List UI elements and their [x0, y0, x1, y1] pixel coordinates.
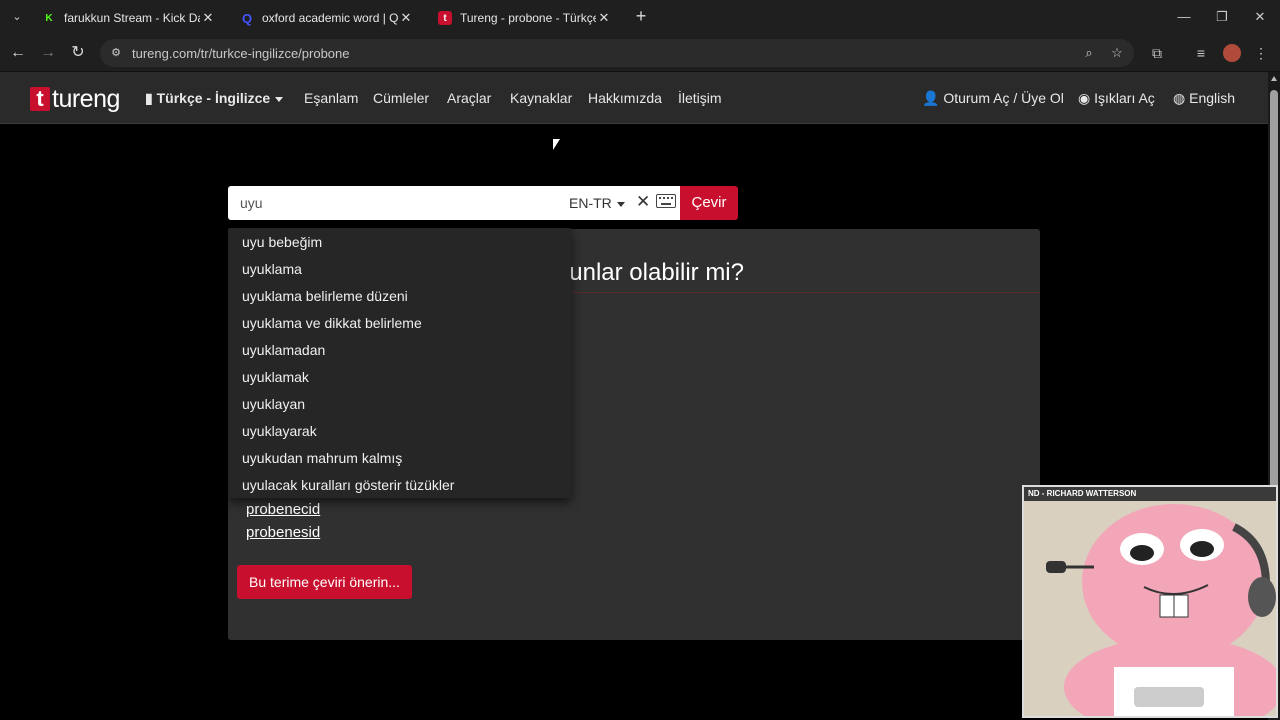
- dictionary-select[interactable]: ▮ Türkçe - İngilizce: [145, 90, 284, 107]
- suggestion-item[interactable]: uyuklamak: [242, 369, 309, 385]
- close-tab-icon[interactable]: ✕: [596, 10, 612, 26]
- cartoon-character-image: [1024, 487, 1276, 716]
- suggested-word-link[interactable]: probenesid: [246, 524, 320, 541]
- keyboard-icon[interactable]: [656, 194, 676, 208]
- close-window-icon[interactable]: ✕: [1250, 8, 1270, 26]
- nav-link-iletisim[interactable]: İletişim: [678, 90, 722, 106]
- chevron-down-icon: [616, 201, 625, 207]
- browser-menu-icon[interactable]: ⋮: [1250, 42, 1272, 64]
- suggest-translation-button[interactable]: Bu terime çeviri önerin...: [237, 565, 412, 599]
- suggestion-item[interactable]: uyuklamadan: [242, 342, 325, 358]
- browser-tab-kick[interactable]: K farukkun Stream - Kick Dashbo ✕: [34, 4, 224, 32]
- site-navbar: t tureng ▮ Türkçe - İngilizce Eşanlam Cü…: [0, 72, 1268, 124]
- suggestion-item[interactable]: uyuklama belirleme düzeni: [242, 288, 408, 304]
- mouse-cursor-icon: [553, 139, 560, 150]
- lights-toggle[interactable]: ◉ Işıkları Aç: [1078, 90, 1155, 107]
- scrollbar-thumb[interactable]: [1270, 90, 1278, 532]
- logo-text: tureng: [52, 84, 120, 113]
- user-icon: 👤: [922, 90, 940, 106]
- webcam-overlay: ND - RICHARD WATTERSON: [1022, 485, 1278, 718]
- logo-letter: t: [30, 87, 50, 111]
- chevron-down-icon: [275, 96, 284, 102]
- suggestion-item[interactable]: uyukudan mahrum kalmış: [242, 450, 402, 466]
- zoom-icon[interactable]: ⌕: [1078, 42, 1100, 64]
- url-text[interactable]: tureng.com/tr/turkce-ingilizce/probone: [132, 46, 1078, 61]
- lights-label: Işıkları Aç: [1094, 90, 1155, 106]
- tureng-icon: t: [438, 11, 452, 25]
- address-bar[interactable]: ⚙ tureng.com/tr/turkce-ingilizce/probone…: [100, 39, 1134, 67]
- suggestion-item[interactable]: uyuklayarak: [242, 423, 317, 439]
- language-switch[interactable]: ◍ English: [1173, 90, 1235, 107]
- profile-avatar[interactable]: [1223, 44, 1241, 62]
- nav-link-cumleler[interactable]: Cümleler: [373, 90, 429, 106]
- nav-link-hakkimizda[interactable]: Hakkımızda: [588, 90, 662, 106]
- language-direction-label: EN-TR: [569, 195, 612, 211]
- suggestion-item[interactable]: uyu bebeğim: [242, 234, 322, 250]
- dictionary-label: Türkçe - İngilizce: [156, 90, 271, 106]
- translate-button[interactable]: Çevir: [680, 186, 738, 220]
- globe-icon: ◍: [1173, 90, 1186, 106]
- browser-tab-bar: ⌄ K farukkun Stream - Kick Dashbo ✕ Q ox…: [0, 0, 1280, 34]
- nav-link-esanlam[interactable]: Eşanlam: [304, 90, 358, 106]
- login-label: Oturum Aç / Üye Ol: [943, 90, 1064, 106]
- search-input[interactable]: uyu: [240, 195, 263, 211]
- tab-title: Tureng - probone - Türkçe İngi: [460, 11, 596, 25]
- suggestion-item[interactable]: uyuklama ve dikkat belirleme: [242, 315, 422, 331]
- suggestion-item[interactable]: uyulacak kuralları gösterir tüzükler: [242, 477, 454, 493]
- close-tab-icon[interactable]: ✕: [200, 10, 216, 26]
- language-label: English: [1189, 90, 1236, 106]
- scroll-up-arrow-icon[interactable]: [1271, 76, 1277, 81]
- restore-icon[interactable]: ❐: [1212, 8, 1232, 26]
- suggestion-item[interactable]: uyuklayan: [242, 396, 305, 412]
- tab-title: farukkun Stream - Kick Dashbo: [64, 11, 200, 25]
- bookmark-star-icon[interactable]: ☆: [1106, 42, 1128, 64]
- eye-icon: ◉: [1078, 90, 1091, 106]
- tab-search-chevron-icon[interactable]: ⌄: [8, 8, 26, 26]
- close-tab-icon[interactable]: ✕: [398, 10, 414, 26]
- search-box: uyu EN-TR ✕: [228, 186, 680, 220]
- extensions-icon[interactable]: ⧉: [1146, 42, 1168, 64]
- suggested-word-link[interactable]: probenecid: [246, 501, 320, 518]
- browser-tab-tureng[interactable]: t Tureng - probone - Türkçe İngi ✕: [430, 4, 620, 32]
- site-info-icon[interactable]: ⚙: [108, 45, 124, 61]
- clear-search-icon[interactable]: ✕: [636, 192, 650, 212]
- new-tab-button[interactable]: +: [632, 7, 650, 26]
- quizlet-icon: Q: [241, 10, 253, 26]
- tureng-logo[interactable]: t tureng: [30, 84, 120, 113]
- webcam-label: ND - RICHARD WATTERSON: [1028, 489, 1137, 498]
- suggestion-item[interactable]: uyuklama: [242, 261, 302, 277]
- browser-tab-quizlet[interactable]: Q oxford academic word | Quizlet ✕: [232, 4, 422, 32]
- media-controls-icon[interactable]: ≡: [1190, 42, 1212, 64]
- back-icon[interactable]: ←: [7, 42, 29, 64]
- nav-link-kaynaklar[interactable]: Kaynaklar: [510, 90, 572, 106]
- nav-link-araclar[interactable]: Araçlar: [447, 90, 491, 106]
- reload-icon[interactable]: ↻: [67, 42, 89, 64]
- browser-toolbar: ← → ↻ ⚙ tureng.com/tr/turkce-ingilizce/p…: [0, 34, 1280, 72]
- minimize-icon[interactable]: —: [1174, 8, 1194, 26]
- did-you-mean-heading: unlar olabilir mi?: [569, 259, 744, 286]
- login-link[interactable]: 👤 Oturum Aç / Üye Ol: [922, 90, 1064, 107]
- book-icon: ▮: [145, 90, 153, 106]
- forward-icon[interactable]: →: [37, 42, 59, 64]
- language-direction-select[interactable]: EN-TR: [569, 195, 625, 211]
- tab-title: oxford academic word | Quizlet: [262, 11, 398, 25]
- autocomplete-dropdown: uyu bebeğim uyuklama uyuklama belirleme …: [228, 228, 571, 498]
- kick-icon: K: [45, 12, 53, 24]
